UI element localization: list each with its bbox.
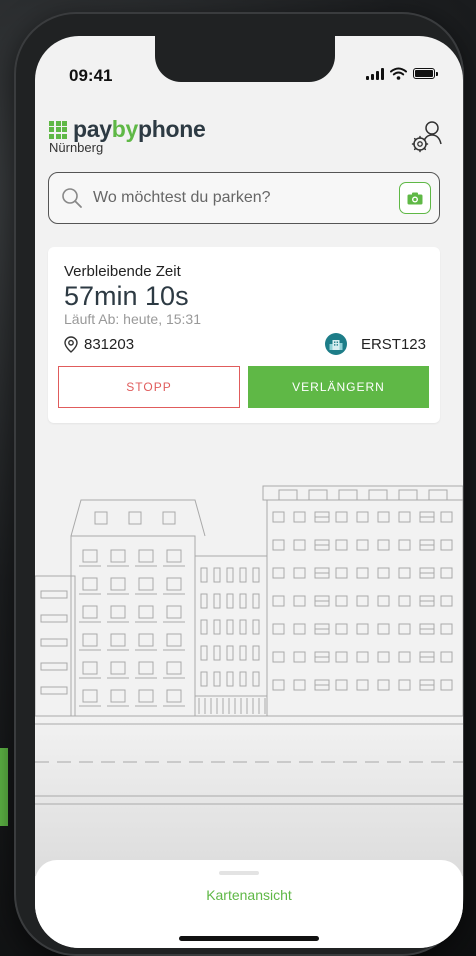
search-icon — [62, 188, 82, 208]
location-pin-icon — [64, 336, 78, 353]
camera-icon — [407, 192, 423, 204]
expiry-text: Läuft Ab: heute, 15:31 — [64, 311, 202, 327]
logo-text: paybyphone — [73, 116, 206, 142]
notch — [155, 36, 335, 82]
parking-session-card[interactable]: Verbleibende Zeit 57min 10s Läuft Ab: he… — [48, 247, 440, 423]
search-bar[interactable] — [48, 172, 440, 224]
remaining-time-label: Verbleibende Zeit — [64, 263, 181, 280]
wifi-icon — [390, 67, 407, 80]
vehicle-info: ERST123 — [324, 333, 426, 355]
search-input[interactable] — [91, 188, 385, 208]
status-time: 09:41 — [69, 66, 113, 85]
paybyphone-logo: paybyphone — [49, 116, 206, 143]
signal-icon — [366, 67, 384, 80]
home-indicator — [179, 936, 319, 941]
status-icons — [366, 67, 438, 80]
bottom-sheet[interactable]: Kartenansicht — [35, 860, 463, 948]
vehicle-avatar-icon — [324, 333, 347, 355]
camera-scan-button[interactable] — [399, 182, 431, 214]
remaining-time-value: 57min 10s — [64, 281, 189, 311]
app-screen: 09:41 paybyphone Nürnberg Wo möchtest du… — [35, 36, 463, 948]
extend-button[interactable]: VERLÄNGERN — [248, 366, 429, 408]
logo-grid-icon — [49, 120, 67, 139]
zone-number: 831203 — [84, 336, 135, 353]
account-settings-icon[interactable] — [409, 118, 445, 154]
license-plate: ERST123 — [360, 335, 426, 353]
zone-info: 831203 — [64, 336, 134, 353]
city-label: Nürnberg — [49, 140, 104, 155]
stop-button[interactable]: STOPP — [58, 366, 240, 408]
background-green-strip — [0, 748, 8, 826]
city-skyline-illustration — [35, 485, 463, 876]
map-view-link[interactable]: Kartenansicht — [35, 887, 463, 903]
battery-icon — [413, 68, 438, 79]
phone-frame: 09:41 paybyphone Nürnberg Wo möchtest du… — [14, 12, 464, 956]
sheet-handle[interactable] — [219, 871, 259, 875]
